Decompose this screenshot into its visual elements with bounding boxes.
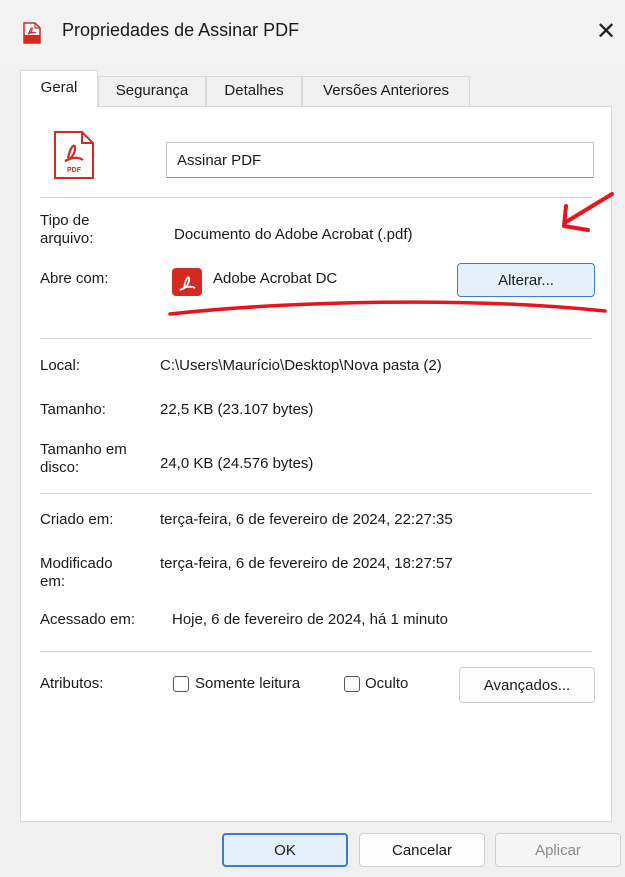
accessed-value: Hoje, 6 de fevereiro de 2024, há 1 minut… bbox=[172, 611, 449, 628]
location-label: Local: bbox=[40, 357, 81, 374]
created-label: Criado em: bbox=[40, 511, 114, 528]
modified-value: terça-feira, 6 de fevereiro de 2024, 18:… bbox=[160, 555, 453, 572]
disk-size-label: Tamanho em disco: bbox=[40, 441, 127, 476]
pdf-icon bbox=[23, 22, 41, 44]
ok-button[interactable]: OK bbox=[222, 833, 348, 867]
close-button[interactable]: ✕ bbox=[592, 16, 620, 48]
disk-size-value: 24,0 KB (24.576 bytes) bbox=[160, 455, 314, 472]
file-name-input[interactable] bbox=[166, 142, 594, 178]
size-value: 22,5 KB (23.107 bytes) bbox=[160, 401, 314, 418]
change-button[interactable]: Alterar... bbox=[457, 263, 595, 297]
size-label: Tamanho: bbox=[40, 401, 106, 418]
separator bbox=[40, 493, 592, 494]
modified-label: Modificado em: bbox=[40, 555, 113, 590]
hidden-label[interactable]: Oculto bbox=[365, 675, 408, 693]
cancel-button[interactable]: Cancelar bbox=[359, 833, 485, 867]
accessed-label: Acessado em: bbox=[40, 611, 136, 628]
acrobat-icon bbox=[172, 268, 202, 296]
hidden-checkbox[interactable] bbox=[344, 676, 360, 692]
opens-with-value: Adobe Acrobat DC bbox=[213, 270, 338, 287]
attributes-label: Atributos: bbox=[40, 675, 104, 692]
readonly-checkbox[interactable] bbox=[173, 676, 189, 692]
apply-button[interactable]: Aplicar bbox=[495, 833, 621, 867]
readonly-label[interactable]: Somente leitura bbox=[195, 675, 300, 693]
tab-detalhes[interactable]: Detalhes bbox=[206, 76, 302, 106]
window-title: Propriedades de Assinar PDF bbox=[62, 20, 300, 40]
tab-versoes-anteriores[interactable]: Versões Anteriores bbox=[302, 76, 470, 106]
file-type-value: Documento do Adobe Acrobat (.pdf) bbox=[174, 226, 413, 243]
opens-with-label: Abre com: bbox=[40, 270, 109, 287]
tab-geral[interactable]: Geral bbox=[20, 70, 98, 107]
created-value: terça-feira, 6 de fevereiro de 2024, 22:… bbox=[160, 511, 453, 528]
separator bbox=[40, 651, 592, 652]
location-value: C:\Users\Maurício\Desktop\Nova pasta (2) bbox=[160, 357, 442, 374]
tab-seguranca[interactable]: Segurança bbox=[98, 76, 206, 106]
svg-text:PDF: PDF bbox=[67, 167, 82, 174]
advanced-button[interactable]: Avançados... bbox=[459, 667, 595, 703]
separator bbox=[40, 338, 592, 339]
title-bar: Propriedades de Assinar PDF ✕ bbox=[0, 0, 625, 64]
file-type-label: Tipo de arquivo: bbox=[40, 212, 94, 247]
separator bbox=[40, 197, 592, 198]
pdf-file-icon: PDF bbox=[54, 131, 94, 179]
